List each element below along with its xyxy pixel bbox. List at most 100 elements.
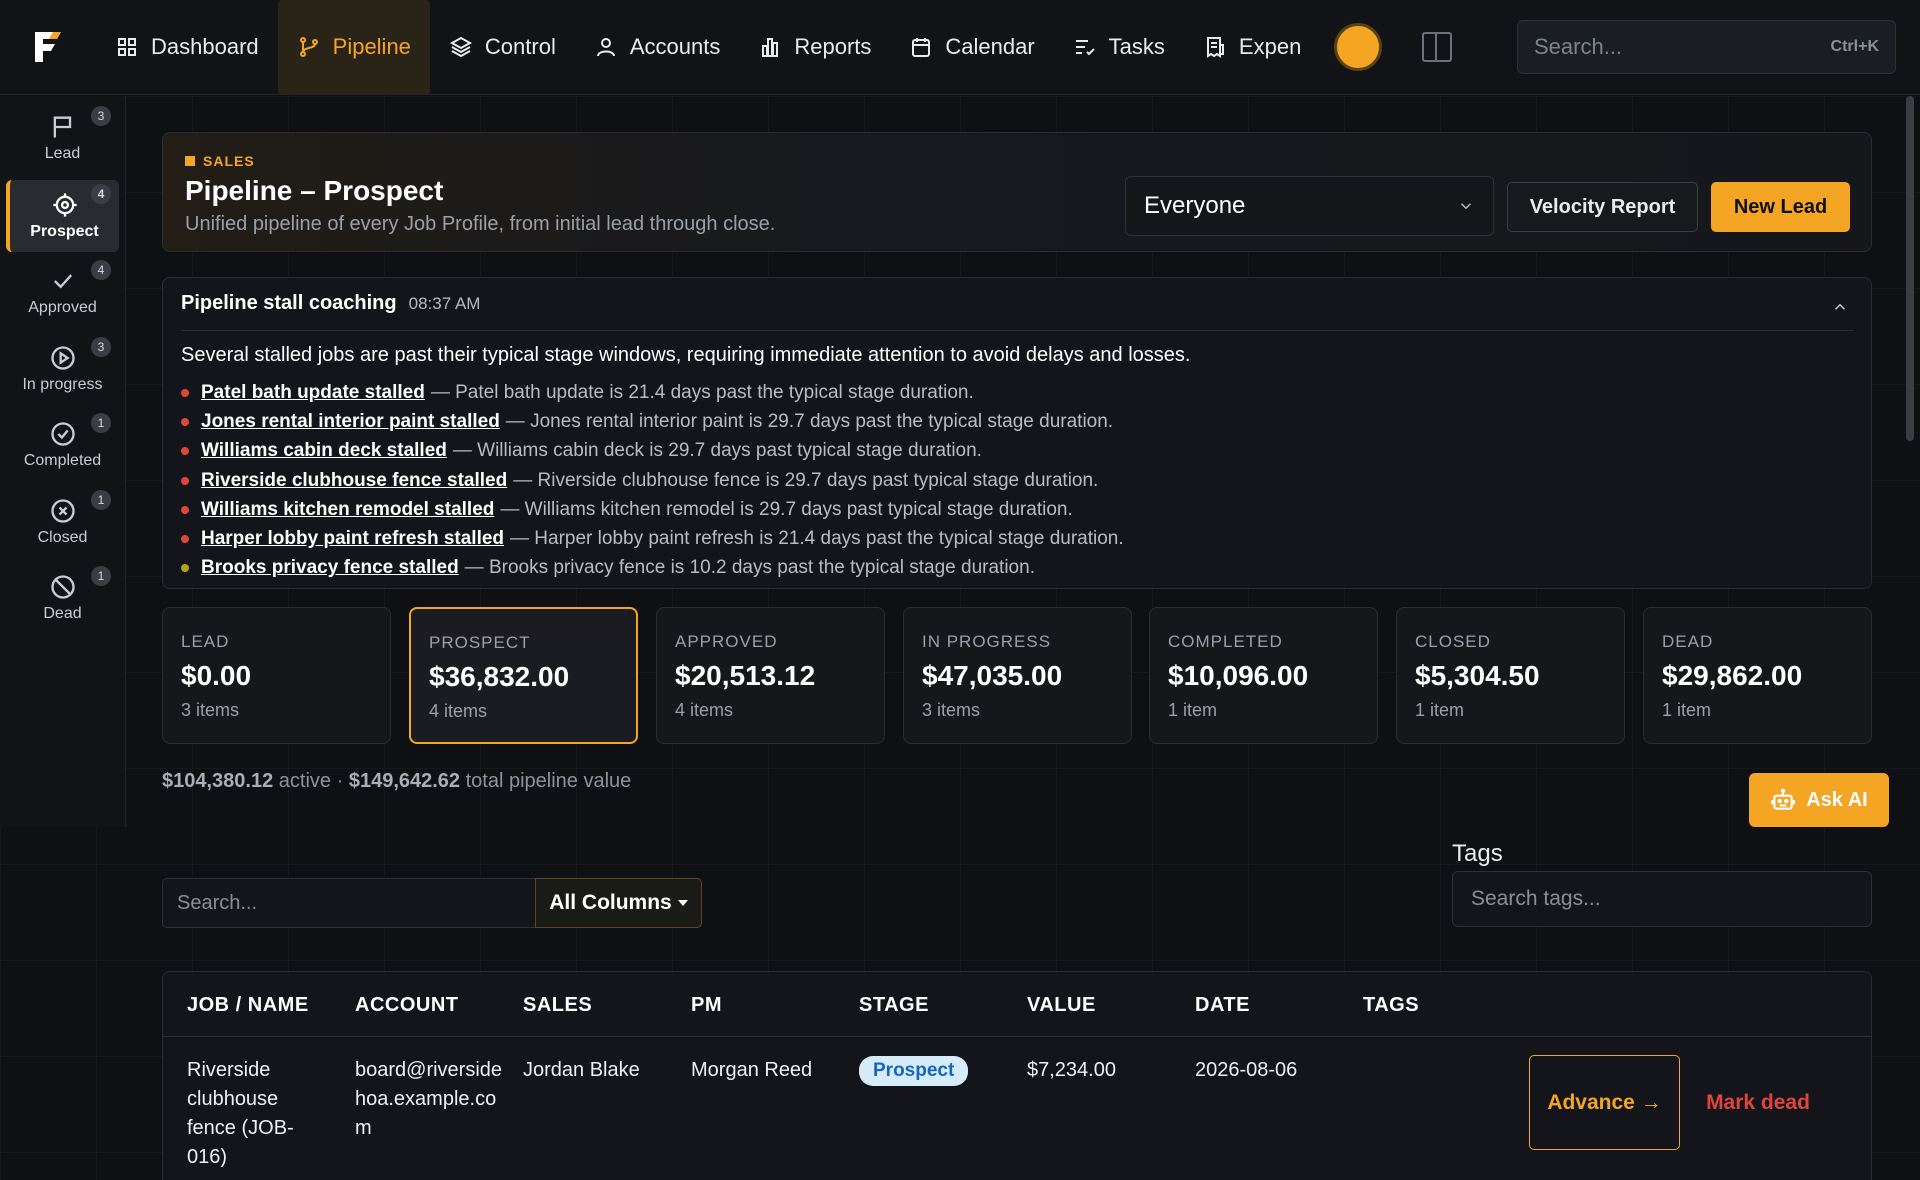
logo-icon — [35, 32, 61, 62]
stage-card-approved[interactable]: APPROVED $20,513.12 4 items — [656, 607, 885, 744]
column-header-stage[interactable]: STAGE — [859, 994, 929, 1017]
nav-expenses[interactable]: Expen — [1184, 0, 1320, 95]
stall-coaching-panel: Pipeline stall coaching 08:37 AM Several… — [162, 277, 1872, 589]
chevron-down-icon — [1460, 203, 1472, 210]
stall-item: Jones rental interior paint stalled — Jon… — [181, 407, 1124, 436]
receipt-icon — [1206, 37, 1224, 58]
cell-date: 2026-08-06 — [1195, 1059, 1298, 1081]
column-header-job[interactable]: JOB / NAME — [187, 994, 309, 1017]
table-search-input[interactable] — [162, 878, 535, 928]
nav-control[interactable]: Control — [430, 0, 575, 95]
nav-pipeline[interactable]: Pipeline — [277, 0, 430, 95]
new-lead-button[interactable]: New Lead — [1711, 182, 1850, 232]
page-title: Pipeline – Prospect — [185, 175, 444, 206]
cell-pm: Morgan Reed — [691, 1059, 813, 1081]
stage-name: IN PROGRESS — [922, 632, 1052, 651]
severity-dot — [181, 388, 189, 397]
stall-link[interactable]: Brooks privacy fence stalled — [201, 557, 459, 579]
stall-link[interactable]: Riverside clubhouse fence stalled — [201, 470, 507, 492]
nav-label: Reports — [794, 34, 872, 59]
nav-label: Control — [484, 34, 556, 59]
nav-accounts[interactable]: Accounts — [575, 0, 740, 95]
cell-job[interactable]: Riverside clubhouse fence (JOB-016) — [187, 1056, 317, 1172]
nav-calendar[interactable]: Calendar — [890, 0, 1053, 95]
tags-search-input[interactable] — [1452, 871, 1872, 927]
sidebar-item-completed[interactable]: 1 Completed — [6, 409, 119, 481]
nav-label: Dashboard — [151, 34, 259, 59]
user-avatar[interactable] — [1334, 23, 1383, 71]
sidebar-count: 1 — [91, 490, 111, 510]
column-header-sales[interactable]: SALES — [523, 994, 592, 1017]
velocity-report-button[interactable]: Velocity Report — [1507, 182, 1698, 232]
pipeline-table: JOB / NAME ACCOUNT SALES PM STAGE VALUE … — [162, 971, 1872, 1180]
stage-card-completed[interactable]: COMPLETED $10,096.00 1 item — [1149, 607, 1378, 744]
nav-dashboard[interactable]: Dashboard — [96, 0, 278, 95]
sidebar-item-dead[interactable]: 1 Dead — [6, 562, 119, 634]
sidebar-count: 1 — [91, 413, 111, 433]
column-header-tags[interactable]: TAGS — [1363, 994, 1419, 1017]
target-icon — [52, 193, 77, 217]
stage-card-closed[interactable]: CLOSED $5,304.50 1 item — [1396, 607, 1625, 744]
stage-count: 1 item — [1168, 700, 1218, 720]
mark-dead-button[interactable]: Mark dead — [1693, 1055, 1823, 1150]
stall-list: Patel bath update stalled — Patel bath up… — [181, 378, 1124, 583]
sidebar-item-prospect[interactable]: 4 Prospect — [6, 180, 119, 252]
nav-tasks[interactable]: Tasks — [1054, 0, 1184, 95]
ask-ai-button[interactable]: Ask AI — [1749, 773, 1889, 827]
stall-item: Riverside clubhouse fence stalled — River… — [181, 466, 1124, 495]
active-value: $104,380.12 — [162, 770, 274, 792]
nav-reports[interactable]: Reports — [739, 0, 890, 95]
tags-filter-label: Tags — [1452, 840, 1503, 867]
stage-name: PROSPECT — [429, 633, 531, 652]
cell-account[interactable]: board@riversidehoa.example.com — [355, 1056, 505, 1143]
page-scrollbar[interactable] — [1906, 96, 1914, 441]
bar-chart-icon — [762, 38, 779, 57]
stall-item: Patel bath update stalled — Patel bath up… — [181, 378, 1124, 407]
panel-toggle-icon[interactable] — [1422, 32, 1453, 62]
sidebar-count: 4 — [91, 260, 111, 280]
stall-link[interactable]: Patel bath update stalled — [201, 382, 425, 404]
search-shortcut: Ctrl+K — [1830, 38, 1879, 55]
coaching-summary: Several stalled jobs are past their typi… — [181, 344, 1191, 366]
top-navigation-bar: Dashboard Pipeline Control Accounts Repo… — [0, 0, 1920, 95]
stage-name: DEAD — [1662, 632, 1714, 651]
stage-name: APPROVED — [675, 632, 778, 651]
sidebar-item-closed[interactable]: 1 Closed — [6, 486, 119, 558]
stall-link[interactable]: Williams kitchen remodel stalled — [201, 499, 494, 521]
sidebar-item-approved[interactable]: 4 Approved — [6, 256, 119, 328]
sidebar-item-lead[interactable]: 3 Lead — [6, 102, 119, 174]
stall-item: Williams cabin deck stalled — Williams ca… — [181, 437, 1124, 466]
stall-link[interactable]: Williams cabin deck stalled — [201, 440, 447, 462]
sidebar-item-in-progress[interactable]: 3 In progress — [6, 333, 119, 405]
column-filter-select[interactable]: All Columns — [535, 878, 702, 928]
column-header-date[interactable]: DATE — [1195, 994, 1250, 1017]
column-header-pm[interactable]: PM — [691, 994, 722, 1017]
stall-link[interactable]: Harper lobby paint refresh stalled — [201, 528, 504, 550]
stage-card-prospect[interactable]: PROSPECT $36,832.00 4 items — [409, 607, 638, 744]
column-header-value[interactable]: VALUE — [1027, 994, 1096, 1017]
sidebar-label: Completed — [23, 452, 102, 469]
stage-count: 1 item — [1415, 700, 1465, 720]
stage-count: 4 items — [675, 700, 734, 720]
eyebrow-label: SALES — [203, 153, 255, 169]
nav-label: Tasks — [1108, 34, 1165, 59]
advance-stage-button[interactable]: Advance → — [1529, 1055, 1680, 1150]
sidebar-count: 4 — [91, 184, 111, 204]
stage-value: $36,832.00 — [429, 661, 570, 692]
nav-label: Pipeline — [332, 34, 411, 59]
stage-card-in-progress[interactable]: IN PROGRESS $47,035.00 3 items — [903, 607, 1132, 744]
column-header-account[interactable]: ACCOUNT — [355, 994, 459, 1017]
page-header: SALES Pipeline – Prospect Unified pipeli… — [162, 132, 1872, 252]
stage-card-lead[interactable]: LEAD $0.00 3 items — [162, 607, 391, 744]
stage-card-dead[interactable]: DEAD $29,862.00 1 item — [1643, 607, 1872, 744]
cell-value: $7,234.00 — [1027, 1059, 1116, 1081]
page-subtitle: Unified pipeline of every Job Profile, f… — [185, 213, 776, 235]
play-circle-icon — [50, 346, 75, 370]
global-search[interactable]: Ctrl+K — [1517, 20, 1896, 74]
stall-link[interactable]: Jones rental interior paint stalled — [201, 411, 500, 433]
owner-filter-select[interactable]: Everyone — [1125, 176, 1494, 236]
coaching-title: Pipeline stall coaching — [181, 292, 397, 314]
app-logo[interactable] — [0, 0, 96, 95]
global-search-input[interactable] — [1534, 34, 1794, 60]
chevron-up-icon[interactable] — [1831, 298, 1849, 316]
